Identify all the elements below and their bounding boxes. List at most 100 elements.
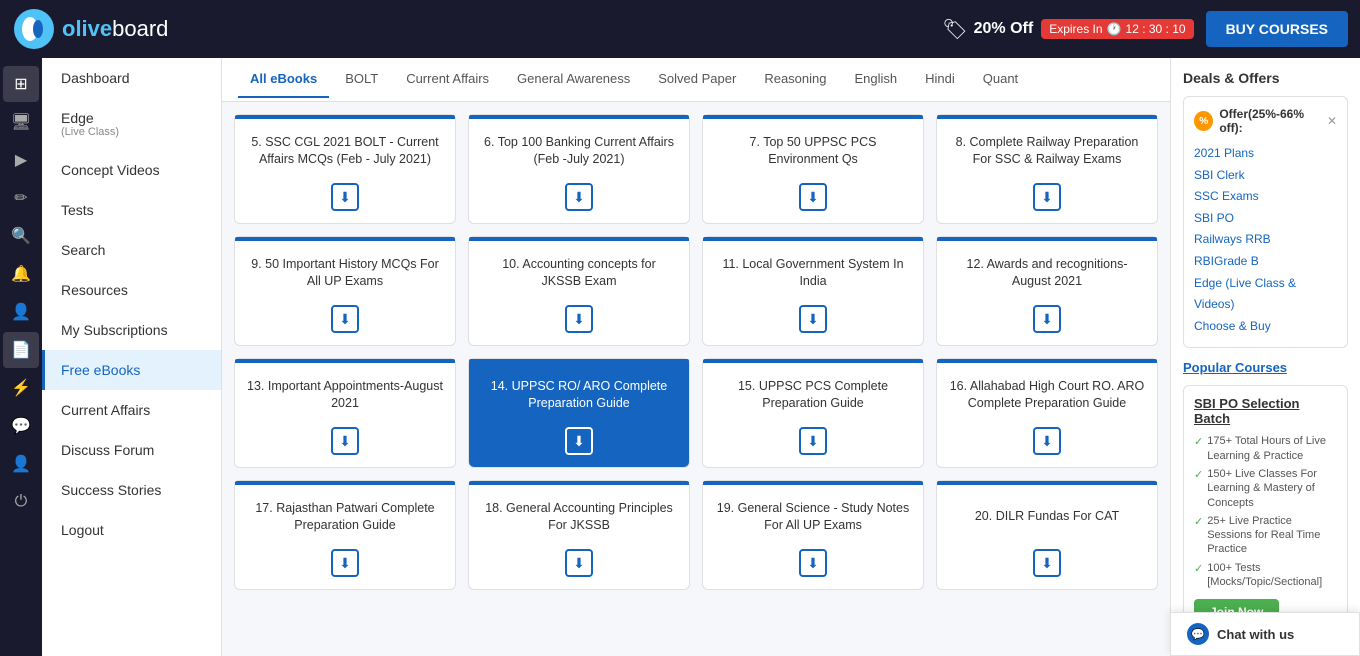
card-download-btn-12[interactable]: ⬇ bbox=[1033, 305, 1061, 333]
card-top-bar bbox=[937, 115, 1157, 119]
ebook-card-11[interactable]: 11. Local Government System In India⬇ bbox=[702, 236, 924, 346]
card-download-btn-5[interactable]: ⬇ bbox=[331, 183, 359, 211]
sidebar-icon-subscriptions[interactable]: 👤 bbox=[3, 294, 39, 330]
sidebar-icon-tests[interactable]: ✏ bbox=[3, 180, 39, 216]
card-download-btn-14[interactable]: ⬇ bbox=[565, 427, 593, 455]
sidebar-icon-discuss[interactable]: 💬 bbox=[3, 408, 39, 444]
ebook-card-6[interactable]: 6. Top 100 Banking Current Affairs (Feb … bbox=[468, 114, 690, 224]
chat-button[interactable]: 💬 Chat with us bbox=[1170, 612, 1360, 656]
sidebar-item-my-subscriptions[interactable]: My Subscriptions bbox=[42, 310, 221, 350]
sidebar-icon-monitor[interactable]: 🖥 bbox=[3, 104, 39, 140]
card-top-bar bbox=[937, 481, 1157, 485]
card-download-btn-9[interactable]: ⬇ bbox=[331, 305, 359, 333]
ebook-card-9[interactable]: 9. 50 Important History MCQs For All UP … bbox=[234, 236, 456, 346]
ebook-card-13[interactable]: 13. Important Appointments-August 2021⬇ bbox=[234, 358, 456, 468]
ebook-card-8[interactable]: 8. Complete Railway Preparation For SSC … bbox=[936, 114, 1158, 224]
card-download-btn-17[interactable]: ⬇ bbox=[331, 549, 359, 577]
offer-link-sbi-clerk[interactable]: SBI Clerk bbox=[1194, 165, 1337, 187]
ebook-card-19[interactable]: 19. General Science - Study Notes For Al… bbox=[702, 480, 924, 590]
offer-link-2021-plans[interactable]: 2021 Plans bbox=[1194, 143, 1337, 165]
ebook-card-15[interactable]: 15. UPPSC PCS Complete Preparation Guide… bbox=[702, 358, 924, 468]
offer-link-edge[interactable]: Edge (Live Class & Videos) bbox=[1194, 273, 1337, 316]
tab-reasoning[interactable]: Reasoning bbox=[752, 61, 838, 98]
sidebar-item-resources[interactable]: Resources bbox=[42, 270, 221, 310]
card-download-btn-19[interactable]: ⬇ bbox=[799, 549, 827, 577]
sidebar-icon-ebooks[interactable]: 📄 bbox=[3, 332, 39, 368]
main-layout: ⊞ 🖥 ▶ ✏ 🔍 🔔 👤 📄 ⚡ 💬 👤 ⏻ Dashboard Edge (… bbox=[0, 58, 1360, 656]
card-top-bar bbox=[703, 115, 923, 119]
ebook-card-5[interactable]: 5. SSC CGL 2021 BOLT - Current Affairs M… bbox=[234, 114, 456, 224]
sidebar-icon-success[interactable]: 👤 bbox=[3, 446, 39, 482]
sbi-po-feature-3: ✓ 25+ Live Practice Sessions for Real Ti… bbox=[1194, 514, 1337, 557]
card-download-btn-6[interactable]: ⬇ bbox=[565, 183, 593, 211]
offer-percent-icon: % bbox=[1194, 111, 1213, 131]
sidebar-item-free-ebooks[interactable]: Free eBooks bbox=[42, 350, 221, 390]
sidebar-item-current-affairs[interactable]: Current Affairs bbox=[42, 390, 221, 430]
sidebar-item-dashboard[interactable]: Dashboard bbox=[42, 58, 221, 98]
ebook-card-17[interactable]: 17. Rajasthan Patwari Complete Preparati… bbox=[234, 480, 456, 590]
offer-link-rbigrade-b[interactable]: RBIGrade B bbox=[1194, 251, 1337, 273]
tab-hindi[interactable]: Hindi bbox=[913, 61, 967, 98]
cards-grid: 5. SSC CGL 2021 BOLT - Current Affairs M… bbox=[234, 114, 1158, 590]
check-icon-3: ✓ bbox=[1194, 515, 1203, 529]
tab-solved-paper[interactable]: Solved Paper bbox=[646, 61, 748, 98]
card-top-bar bbox=[235, 359, 455, 363]
ebook-card-12[interactable]: 12. Awards and recognitions-August 2021⬇ bbox=[936, 236, 1158, 346]
card-download-btn-15[interactable]: ⬇ bbox=[799, 427, 827, 455]
expires-label: Expires In bbox=[1049, 22, 1102, 36]
card-download-btn-13[interactable]: ⬇ bbox=[331, 427, 359, 455]
card-top-bar bbox=[469, 359, 689, 363]
ebook-card-7[interactable]: 7. Top 50 UPPSC PCS Environment Qs⬇ bbox=[702, 114, 924, 224]
card-download-btn-7[interactable]: ⬇ bbox=[799, 183, 827, 211]
sidebar-icon-dashboard[interactable]: ⊞ bbox=[3, 66, 39, 102]
card-top-bar bbox=[469, 481, 689, 485]
offer-link-ssc-exams[interactable]: SSC Exams bbox=[1194, 186, 1337, 208]
card-download-btn-20[interactable]: ⬇ bbox=[1033, 549, 1061, 577]
sidebar-item-discuss-forum[interactable]: Discuss Forum bbox=[42, 430, 221, 470]
sidebar-item-edge[interactable]: Edge (Live Class) bbox=[42, 98, 221, 150]
popular-courses-title[interactable]: Popular Courses bbox=[1183, 360, 1348, 375]
card-top-bar bbox=[937, 359, 1157, 363]
close-offer-button[interactable]: ✕ bbox=[1327, 114, 1337, 128]
ebook-card-20[interactable]: 20. DILR Fundas For CAT⬇ bbox=[936, 480, 1158, 590]
card-title-15: 15. UPPSC PCS Complete Preparation Guide bbox=[715, 378, 911, 413]
ebook-card-14[interactable]: 14. UPPSC RO/ ARO Complete Preparation G… bbox=[468, 358, 690, 468]
sidebar-icon-search[interactable]: 🔍 bbox=[3, 218, 39, 254]
sidebar-item-logout[interactable]: Logout bbox=[42, 510, 221, 550]
tab-bar: All eBooks BOLT Current Affairs General … bbox=[222, 58, 1170, 102]
tab-bolt[interactable]: BOLT bbox=[333, 61, 390, 98]
ebook-card-18[interactable]: 18. General Accounting Principles For JK… bbox=[468, 480, 690, 590]
card-download-btn-10[interactable]: ⬇ bbox=[565, 305, 593, 333]
card-top-bar bbox=[937, 237, 1157, 241]
tab-current-affairs[interactable]: Current Affairs bbox=[394, 61, 501, 98]
sidebar-icon-logout[interactable]: ⏻ bbox=[3, 484, 39, 520]
sidebar-item-tests[interactable]: Tests bbox=[42, 190, 221, 230]
buy-courses-button[interactable]: BUY COURSES bbox=[1206, 11, 1348, 47]
sbi-po-course-card: SBI PO Selection Batch ✓ 175+ Total Hour… bbox=[1183, 385, 1348, 636]
sidebar-item-success-stories[interactable]: Success Stories bbox=[42, 470, 221, 510]
card-download-btn-11[interactable]: ⬇ bbox=[799, 305, 827, 333]
sidebar-item-concept-videos[interactable]: Concept Videos bbox=[42, 150, 221, 190]
card-download-btn-16[interactable]: ⬇ bbox=[1033, 427, 1061, 455]
card-top-bar bbox=[703, 237, 923, 241]
ebook-card-10[interactable]: 10. Accounting concepts for JKSSB Exam⬇ bbox=[468, 236, 690, 346]
sidebar-icons: ⊞ 🖥 ▶ ✏ 🔍 🔔 👤 📄 ⚡ 💬 👤 ⏻ bbox=[0, 58, 42, 656]
ebook-card-16[interactable]: 16. Allahabad High Court RO. ARO Complet… bbox=[936, 358, 1158, 468]
tab-english[interactable]: English bbox=[842, 61, 909, 98]
tab-all-ebooks[interactable]: All eBooks bbox=[238, 61, 329, 98]
tab-general-awareness[interactable]: General Awareness bbox=[505, 61, 642, 98]
card-title-18: 18. General Accounting Principles For JK… bbox=[481, 500, 677, 535]
sidebar-nav: Dashboard Edge (Live Class) Concept Vide… bbox=[42, 58, 222, 656]
offer-link-sbi-po[interactable]: SBI PO bbox=[1194, 208, 1337, 230]
tab-quant[interactable]: Quant bbox=[971, 61, 1030, 98]
card-download-btn-8[interactable]: ⬇ bbox=[1033, 183, 1061, 211]
card-download-btn-18[interactable]: ⬇ bbox=[565, 549, 593, 577]
sidebar-icon-video[interactable]: ▶ bbox=[3, 142, 39, 178]
sidebar-item-search[interactable]: Search bbox=[42, 230, 221, 270]
card-top-bar bbox=[235, 237, 455, 241]
sidebar-icon-resources[interactable]: 🔔 bbox=[3, 256, 39, 292]
offer-link-choose-buy[interactable]: Choose & Buy bbox=[1194, 316, 1337, 338]
offer-link-railways-rrb[interactable]: Railways RRB bbox=[1194, 229, 1337, 251]
offer-badge: 🏷 20% Off bbox=[942, 17, 1033, 42]
sidebar-icon-current-affairs[interactable]: ⚡ bbox=[3, 370, 39, 406]
